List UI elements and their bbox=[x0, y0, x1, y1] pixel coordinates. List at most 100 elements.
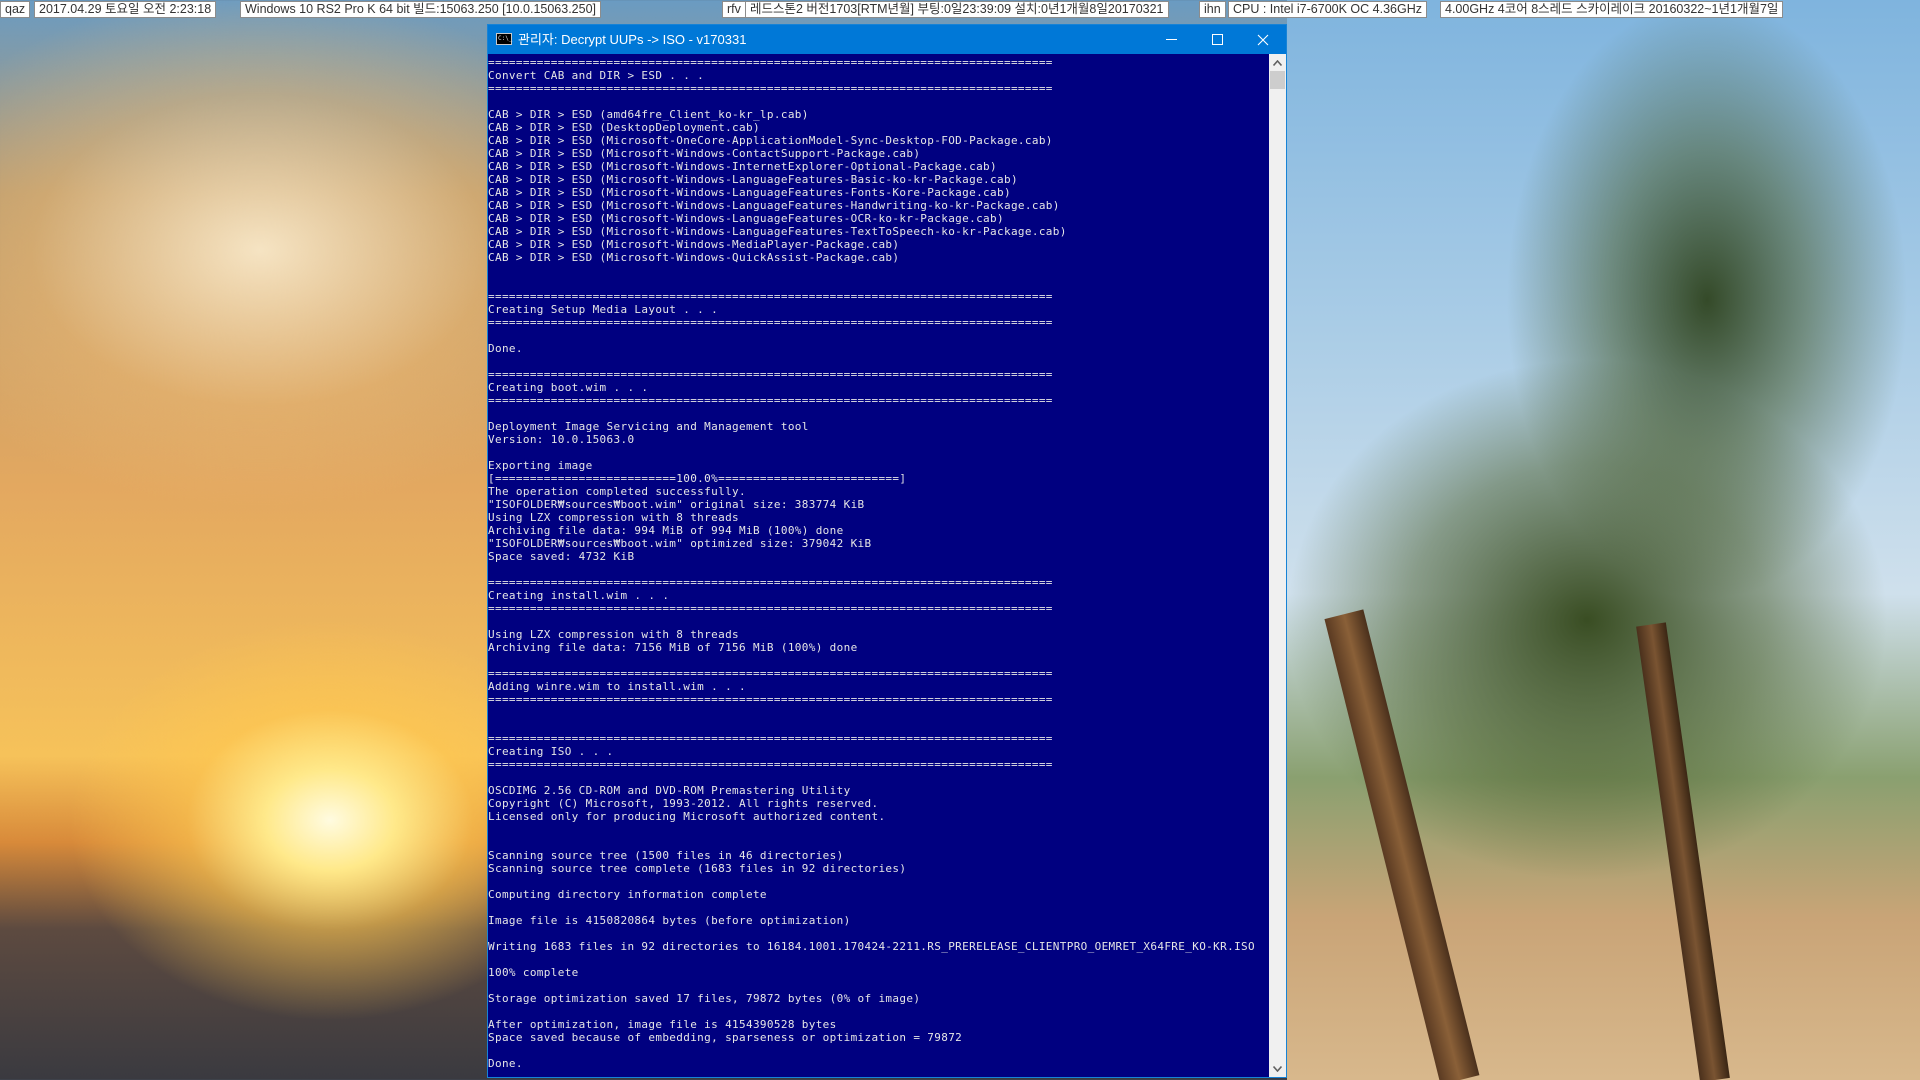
console-line: Using LZX compression with 8 threads bbox=[488, 628, 740, 641]
console-line: Storage optimization saved 17 files, 798… bbox=[488, 992, 921, 1005]
console-line: ========================================… bbox=[488, 602, 1053, 615]
console-line: ========================================… bbox=[488, 316, 1053, 329]
console-line: Version: 10.0.15063.0 bbox=[488, 433, 635, 446]
console-line: Archiving file data: 7156 MiB of 7156 Mi… bbox=[488, 641, 858, 654]
console-line: Scanning source tree (1500 files in 46 d… bbox=[488, 849, 844, 862]
console-line: Archiving file data: 994 MiB of 994 MiB … bbox=[488, 524, 844, 537]
console-line: ========================================… bbox=[488, 394, 1053, 407]
scroll-down-button[interactable] bbox=[1269, 1060, 1286, 1077]
console-line: CAB > DIR > ESD (Microsoft-Windows-Langu… bbox=[488, 173, 1018, 186]
console-line: CAB > DIR > ESD (amd64fre_Client_ko-kr_l… bbox=[488, 108, 809, 121]
desktop-wallpaper-right bbox=[1287, 0, 1920, 1080]
console-output[interactable]: ========================================… bbox=[488, 54, 1269, 1077]
close-button[interactable] bbox=[1240, 25, 1286, 54]
console-line: CAB > DIR > ESD (Microsoft-Windows-Langu… bbox=[488, 212, 1004, 225]
console-line: CAB > DIR > ESD (Microsoft-OneCore-Appli… bbox=[488, 134, 1053, 147]
console-line: ========================================… bbox=[488, 667, 1053, 680]
console-line: Writing 1683 files in 92 directories to … bbox=[488, 940, 1255, 953]
minimize-button[interactable] bbox=[1148, 25, 1194, 54]
console-line: ========================================… bbox=[488, 758, 1053, 771]
console-line: Convert CAB and DIR > ESD . . . bbox=[488, 69, 705, 82]
maximize-icon bbox=[1211, 34, 1223, 45]
console-line: CAB > DIR > ESD (Microsoft-Windows-Langu… bbox=[488, 186, 1011, 199]
console-line: ========================================… bbox=[488, 368, 1053, 381]
cmd-icon: C:\_ bbox=[496, 33, 512, 45]
console-line: After optimization, image file is 415439… bbox=[488, 1018, 837, 1031]
maximize-button[interactable] bbox=[1194, 25, 1240, 54]
console-line: Exporting image bbox=[488, 459, 593, 472]
console-line: Creating boot.wim . . . bbox=[488, 381, 649, 394]
console-line: Creating install.wim . . . bbox=[488, 589, 670, 602]
info-label-ihn: ihn bbox=[1199, 1, 1226, 18]
console-text: ========================================… bbox=[488, 56, 1269, 1070]
console-line: Using LZX compression with 8 threads bbox=[488, 511, 740, 524]
console-line: Computing directory information complete bbox=[488, 888, 767, 901]
title-bar[interactable]: C:\_ 관리자: Decrypt UUPs -> ISO - v170331 bbox=[488, 25, 1286, 54]
console-line: "ISOFOLDER₩sources₩boot.wim" optimized s… bbox=[488, 537, 872, 550]
console-line: Space saved: 4732 KiB bbox=[488, 550, 635, 563]
console-line: Creating ISO . . . bbox=[488, 745, 614, 758]
console-line: Licensed only for producing Microsoft au… bbox=[488, 810, 886, 823]
console-line: Copyright (C) Microsoft, 1993-2012. All … bbox=[488, 797, 879, 810]
chevron-up-icon bbox=[1272, 59, 1283, 67]
console-line: ========================================… bbox=[488, 56, 1053, 69]
console-line: Done. bbox=[488, 1057, 523, 1070]
console-line: ========================================… bbox=[488, 82, 1053, 95]
console-line: 100% complete bbox=[488, 966, 579, 979]
console-line: ========================================… bbox=[488, 290, 1053, 303]
window-title: 관리자: Decrypt UUPs -> ISO - v170331 bbox=[518, 32, 747, 47]
console-line: Done. bbox=[488, 342, 523, 355]
info-windows-version: Windows 10 RS2 Pro K 64 bit 빌드:15063.250… bbox=[240, 1, 602, 18]
console-line: CAB > DIR > ESD (DesktopDeployment.cab) bbox=[488, 121, 760, 134]
close-icon bbox=[1257, 34, 1269, 45]
chevron-down-icon bbox=[1272, 1065, 1283, 1073]
info-label-qaz: qaz bbox=[0, 1, 31, 18]
console-line: ========================================… bbox=[488, 693, 1053, 706]
console-line: [==========================100.0%=======… bbox=[488, 472, 907, 485]
console-line: CAB > DIR > ESD (Microsoft-Windows-Inter… bbox=[488, 160, 997, 173]
console-line: CAB > DIR > ESD (Microsoft-Windows-Langu… bbox=[488, 199, 1060, 212]
vertical-scrollbar[interactable] bbox=[1269, 54, 1286, 1077]
info-cpu: CPU : Intel i7-6700K OC 4.36GHz bbox=[1228, 1, 1427, 18]
minimize-icon bbox=[1165, 39, 1177, 40]
console-window[interactable]: C:\_ 관리자: Decrypt UUPs -> ISO - v170331 … bbox=[487, 24, 1287, 1078]
info-build-uptime: 레드스톤2 버전1703[RTM년월] 부팅:0일23:39:09 설치:0년1… bbox=[745, 1, 1169, 18]
console-line: "ISOFOLDER₩sources₩boot.wim" original si… bbox=[488, 498, 865, 511]
info-bar: qaz 2017.04.29 토요일 오전 2:23:18 Windows 10… bbox=[0, 0, 1920, 19]
console-line: Image file is 4150820864 bytes (before o… bbox=[488, 914, 851, 927]
info-label-rfv: rfv bbox=[722, 1, 746, 18]
console-line: CAB > DIR > ESD (Microsoft-Windows-Quick… bbox=[488, 251, 900, 264]
console-line: Scanning source tree complete (1683 file… bbox=[488, 862, 907, 875]
console-line: Creating Setup Media Layout . . . bbox=[488, 303, 719, 316]
console-line: CAB > DIR > ESD (Microsoft-Windows-Conta… bbox=[488, 147, 921, 160]
console-line: ========================================… bbox=[488, 732, 1053, 745]
scroll-up-button[interactable] bbox=[1269, 54, 1286, 71]
console-line: OSCDIMG 2.56 CD-ROM and DVD-ROM Premaste… bbox=[488, 784, 851, 797]
scroll-thumb[interactable] bbox=[1270, 71, 1285, 89]
info-cpu-details: 4.00GHz 4코어 8스레드 스카이레이크 20160322~1년1개월7일 bbox=[1440, 1, 1784, 18]
info-datetime: 2017.04.29 토요일 오전 2:23:18 bbox=[34, 1, 217, 18]
console-line: ========================================… bbox=[488, 576, 1053, 589]
